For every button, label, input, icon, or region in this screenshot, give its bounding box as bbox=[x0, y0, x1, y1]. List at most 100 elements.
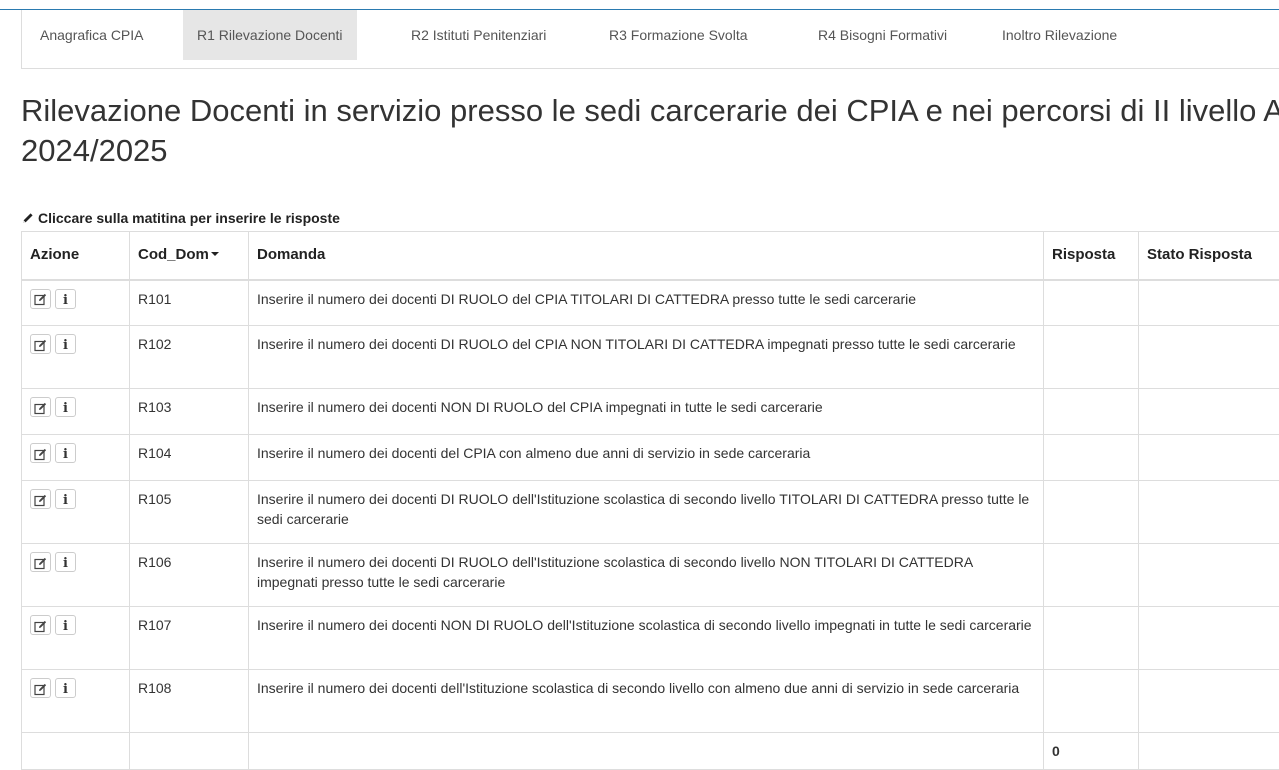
tab-r2-istituti-penitenziari[interactable]: R2 Istituti Penitenziari bbox=[397, 10, 560, 60]
total-cell-empty bbox=[1139, 733, 1279, 770]
edit-icon bbox=[34, 336, 47, 352]
cell-stato-risposta bbox=[1139, 670, 1279, 733]
cell-cod-dom: R107 bbox=[130, 607, 249, 670]
info-icon: i bbox=[63, 493, 68, 508]
edit-icon bbox=[34, 291, 47, 307]
edit-icon bbox=[34, 445, 47, 461]
edit-button[interactable] bbox=[30, 678, 51, 698]
row-actions: i bbox=[22, 389, 130, 435]
tab-r3-formazione-svolta[interactable]: R3 Formazione Svolta bbox=[595, 10, 762, 60]
info-icon: i bbox=[63, 556, 68, 571]
cell-cod-dom: R102 bbox=[130, 326, 249, 389]
table-row: i R102Inserire il numero dei docenti DI R… bbox=[22, 326, 1279, 389]
edit-icon bbox=[34, 617, 47, 633]
cell-domanda: Inserire il numero dei docenti DI RUOLO … bbox=[249, 544, 1044, 607]
edit-button[interactable] bbox=[30, 443, 51, 463]
total-cell-empty bbox=[249, 733, 1044, 770]
tab-inoltro-rilevazione[interactable]: Inoltro Rilevazione bbox=[988, 10, 1131, 60]
cell-risposta bbox=[1044, 607, 1139, 670]
cell-stato-risposta bbox=[1139, 607, 1279, 670]
row-actions: i bbox=[22, 481, 130, 544]
cell-stato-risposta bbox=[1139, 544, 1279, 607]
cell-stato-risposta bbox=[1139, 481, 1279, 544]
cell-cod-dom: R105 bbox=[130, 481, 249, 544]
table-row: i R107Inserire il numero dei docenti NON … bbox=[22, 607, 1279, 670]
table-row: iR105Inserire il numero dei docenti DI R… bbox=[22, 481, 1279, 544]
cell-risposta bbox=[1044, 544, 1139, 607]
edit-button[interactable] bbox=[30, 397, 51, 417]
cell-cod-dom: R104 bbox=[130, 435, 249, 481]
info-button[interactable]: i bbox=[55, 678, 76, 698]
row-actions: i bbox=[22, 544, 130, 607]
cell-cod-dom: R108 bbox=[130, 670, 249, 733]
total-risposta: 0 bbox=[1044, 733, 1139, 770]
cell-stato-risposta bbox=[1139, 389, 1279, 435]
col-header-risposta: Risposta bbox=[1044, 232, 1139, 280]
cell-risposta bbox=[1044, 670, 1139, 733]
info-button[interactable]: i bbox=[55, 397, 76, 417]
col-header-domanda: Domanda bbox=[249, 232, 1044, 280]
tab-anagrafica-cpia[interactable]: Anagrafica CPIA bbox=[26, 10, 158, 60]
edit-icon bbox=[34, 680, 47, 696]
cell-risposta bbox=[1044, 435, 1139, 481]
col-header-stato-risposta: Stato Risposta bbox=[1139, 232, 1279, 280]
total-cell-empty bbox=[22, 733, 130, 770]
info-button[interactable]: i bbox=[55, 289, 76, 309]
cell-risposta bbox=[1044, 326, 1139, 389]
table-row: i R106Inserire il numero dei docenti DI R… bbox=[22, 544, 1279, 607]
cell-domanda: Inserire il numero dei docenti DI RUOLO … bbox=[249, 326, 1044, 389]
col-header-azione: Azione bbox=[22, 232, 130, 280]
info-button[interactable]: i bbox=[55, 552, 76, 572]
info-icon: i bbox=[63, 682, 68, 697]
edit-button[interactable] bbox=[30, 615, 51, 635]
edit-button[interactable] bbox=[30, 552, 51, 572]
row-actions: i bbox=[22, 435, 130, 481]
cell-stato-risposta bbox=[1139, 280, 1279, 326]
cell-domanda: Inserire il numero dei docenti NON DI RU… bbox=[249, 389, 1044, 435]
info-button[interactable]: i bbox=[55, 443, 76, 463]
edit-button[interactable] bbox=[30, 489, 51, 509]
edit-icon bbox=[34, 554, 47, 570]
info-button[interactable]: i bbox=[55, 489, 76, 509]
cell-domanda: Inserire il numero dei docenti del CPIA … bbox=[249, 435, 1044, 481]
questions-table: Azione Cod_Dom Domanda Risposta Stato Ri… bbox=[21, 231, 1279, 770]
info-button[interactable]: i bbox=[55, 615, 76, 635]
page-title-line1: Rilevazione Docenti in servizio presso l… bbox=[21, 93, 1279, 128]
tab-r4-bisogni-formativi[interactable]: R4 Bisogni Formativi bbox=[804, 10, 961, 60]
edit-icon bbox=[34, 399, 47, 415]
cell-domanda: Inserire il numero dei docenti dell'Isti… bbox=[249, 670, 1044, 733]
info-icon: i bbox=[63, 619, 68, 634]
edit-icon bbox=[34, 491, 47, 507]
info-icon: i bbox=[63, 338, 68, 353]
cell-domanda: Inserire il numero dei docenti NON DI RU… bbox=[249, 607, 1044, 670]
info-icon: i bbox=[63, 401, 68, 416]
instruction-text: Cliccare sulla matitina per inserire le … bbox=[22, 210, 340, 226]
row-actions: i bbox=[22, 670, 130, 733]
table-header-row: Azione Cod_Dom Domanda Risposta Stato Ri… bbox=[22, 232, 1279, 280]
cell-stato-risposta bbox=[1139, 435, 1279, 481]
cell-cod-dom: R101 bbox=[130, 280, 249, 326]
page-title-line2: 2024/2025 bbox=[21, 131, 1279, 171]
cell-risposta bbox=[1044, 389, 1139, 435]
table-total-row: 0 bbox=[22, 733, 1279, 770]
info-icon: i bbox=[63, 293, 68, 308]
info-button[interactable]: i bbox=[55, 334, 76, 354]
col-header-cod-dom[interactable]: Cod_Dom bbox=[130, 232, 249, 280]
cell-cod-dom: R106 bbox=[130, 544, 249, 607]
table-row: i R104Inserire il numero dei docenti del … bbox=[22, 435, 1279, 481]
page-title: Rilevazione Docenti in servizio presso l… bbox=[21, 91, 1279, 171]
total-cell-empty bbox=[130, 733, 249, 770]
edit-button[interactable] bbox=[30, 334, 51, 354]
row-actions: i bbox=[22, 326, 130, 389]
table-row: iR103Inserire il numero dei docenti NON … bbox=[22, 389, 1279, 435]
edit-button[interactable] bbox=[30, 289, 51, 309]
table-row: i R108Inserire il numero dei docenti dell… bbox=[22, 670, 1279, 733]
pencil-icon bbox=[22, 210, 38, 226]
row-actions: i bbox=[22, 607, 130, 670]
row-actions: i bbox=[22, 280, 130, 326]
cell-risposta bbox=[1044, 481, 1139, 544]
instruction-label: Cliccare sulla matitina per inserire le … bbox=[38, 210, 340, 226]
tab-r1-rilevazione-docenti[interactable]: R1 Rilevazione Docenti bbox=[183, 10, 357, 60]
sort-caret-icon bbox=[211, 252, 219, 256]
table-row: iR101Inserire il numero dei docenti DI R… bbox=[22, 280, 1279, 326]
